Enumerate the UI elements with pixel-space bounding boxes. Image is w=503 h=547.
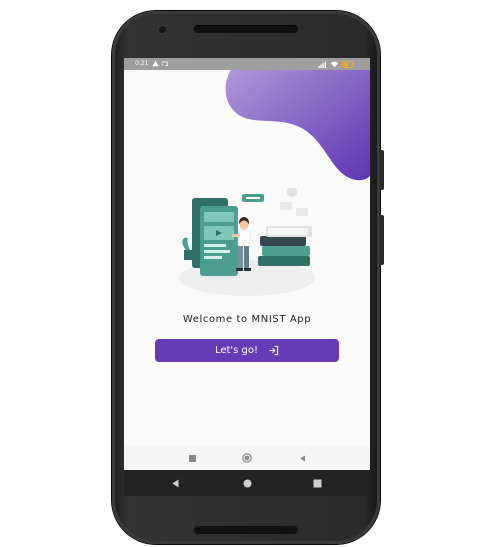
cast-icon <box>161 61 168 67</box>
bottom-speaker <box>194 526 298 534</box>
back-triangle-icon[interactable] <box>290 446 314 470</box>
signal-icon <box>318 61 326 68</box>
welcome-illustration <box>179 188 315 296</box>
app-navigation-bar <box>124 446 370 470</box>
status-bar: 0:21 <box>124 58 370 70</box>
battery-icon <box>342 60 354 68</box>
welcome-text: Welcome to MNIST App <box>182 314 312 325</box>
earpiece-speaker <box>194 25 298 33</box>
decorative-blob <box>225 58 370 181</box>
status-left-icons <box>152 60 168 68</box>
front-camera <box>159 26 166 33</box>
square-nav-icon[interactable] <box>180 446 204 470</box>
back-icon[interactable] <box>162 470 188 496</box>
lets-go-button[interactable]: Let's go! <box>155 339 339 362</box>
circle-nav-icon[interactable] <box>235 446 259 470</box>
status-time: 0:21 <box>135 60 149 67</box>
volume-button[interactable] <box>380 150 384 190</box>
recents-icon[interactable] <box>304 470 330 496</box>
screen: 0:21 Welcome to MNIST App Let's go! <box>124 58 370 496</box>
status-right-icons <box>318 60 354 68</box>
power-button[interactable] <box>380 215 384 265</box>
home-icon[interactable] <box>234 470 260 496</box>
wifi-icon <box>330 61 339 67</box>
login-icon <box>269 345 279 356</box>
stage: 0:21 Welcome to MNIST App Let's go! <box>0 0 503 547</box>
system-navigation-bar <box>124 470 370 496</box>
warning-icon <box>152 60 159 67</box>
lets-go-label: Let's go! <box>214 345 259 356</box>
